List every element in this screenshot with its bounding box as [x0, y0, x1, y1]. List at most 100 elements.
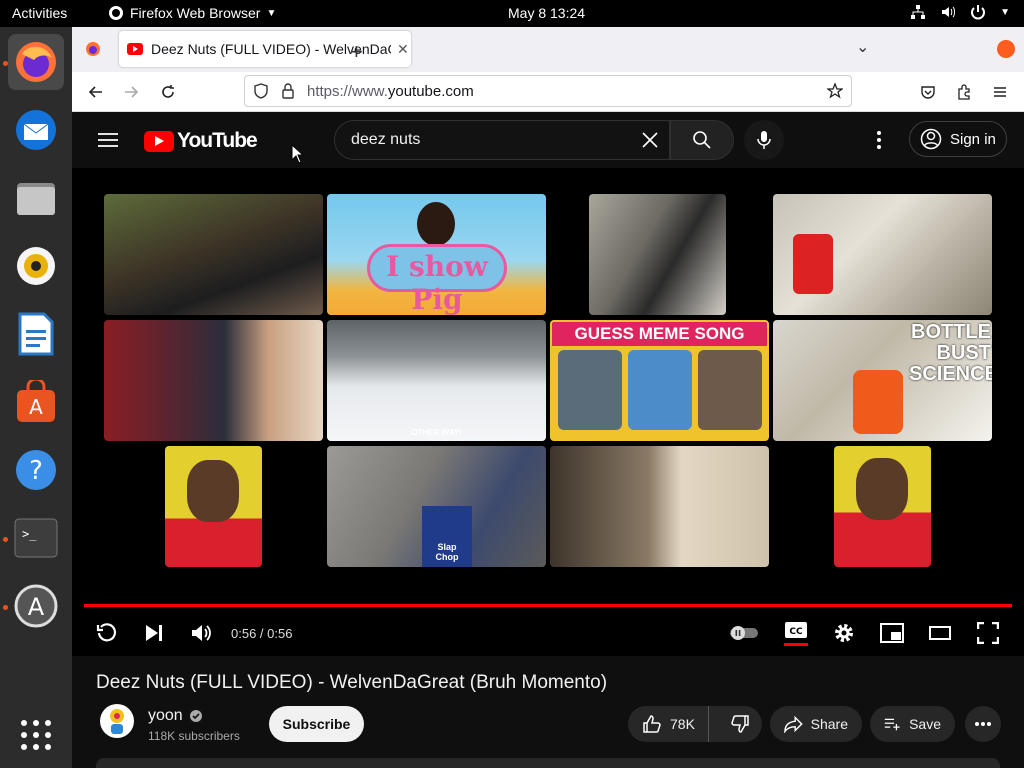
video-thumbnail[interactable]	[550, 446, 769, 567]
dock-show-apps[interactable]	[8, 707, 64, 763]
writer-icon	[18, 312, 54, 356]
video-thumbnail[interactable]	[104, 320, 323, 441]
video-thumbnail[interactable]	[589, 194, 726, 315]
dock-rhythmbox[interactable]	[8, 238, 64, 294]
dislike-button[interactable]	[717, 706, 762, 742]
shield-icon[interactable]	[253, 83, 269, 99]
app-menu[interactable]: Firefox Web Browser ▼	[108, 5, 276, 21]
captions-button[interactable]: CC	[783, 620, 809, 646]
url-prefix: https://www.	[307, 82, 388, 100]
video-player[interactable]: I show Pig OTHER WAY! GUESS MEME SONG BO…	[72, 168, 1024, 656]
new-tab-button[interactable]: +	[350, 39, 363, 65]
subscribe-button[interactable]: Subscribe	[269, 706, 364, 742]
url-bar[interactable]: https://www. youtube.com	[244, 75, 852, 107]
mouse-cursor-icon	[291, 144, 303, 164]
firefox-small-icon	[109, 6, 123, 20]
thunderbird-icon	[16, 110, 56, 150]
forward-button[interactable]	[121, 82, 141, 102]
playlist-add-icon	[884, 718, 900, 731]
dock-thunderbird[interactable]	[8, 102, 64, 158]
firefox-view-icon[interactable]	[85, 41, 101, 57]
dock-help[interactable]: ?	[8, 442, 64, 498]
video-thumbnail[interactable]: OTHER WAY!	[327, 320, 546, 441]
grid-icon	[21, 720, 51, 750]
closed-captions-icon: CC	[784, 622, 808, 646]
clock[interactable]: May 8 13:24	[508, 5, 585, 21]
settings-button[interactable]	[831, 620, 857, 646]
activities-button[interactable]: Activities	[12, 5, 67, 21]
like-button[interactable]: 78K	[628, 706, 710, 742]
more-vertical-icon	[877, 131, 881, 149]
miniplayer-button[interactable]	[879, 620, 905, 646]
youtube-favicon-icon	[127, 43, 143, 55]
video-thumbnail[interactable]: GUESS MEME SONG	[550, 320, 769, 441]
arrow-right-icon	[125, 86, 139, 98]
autoplay-toggle[interactable]	[728, 620, 760, 646]
reload-button[interactable]	[158, 82, 178, 102]
video-thumbnail[interactable]	[165, 446, 262, 567]
sign-in-label: Sign in	[950, 130, 996, 148]
firefox-icon	[16, 42, 56, 82]
next-button[interactable]	[141, 620, 167, 646]
dock-firefox[interactable]	[8, 34, 64, 90]
search-button[interactable]	[670, 120, 734, 160]
settings-more-button[interactable]	[877, 131, 881, 154]
list-all-tabs-icon[interactable]: ⌄	[856, 37, 869, 57]
search-input[interactable]: deez nuts	[334, 120, 670, 160]
dock-writer[interactable]	[8, 306, 64, 362]
save-button[interactable]: Save	[870, 706, 955, 742]
back-button[interactable]	[86, 82, 106, 102]
dock-software-updater[interactable]: A	[8, 578, 64, 634]
share-icon	[784, 715, 803, 733]
video-thumbnail[interactable]: Slap Chop	[327, 446, 546, 567]
video-thumbnail[interactable]	[773, 194, 992, 315]
share-button[interactable]: Share	[770, 706, 862, 742]
menu-button[interactable]	[990, 82, 1010, 102]
recording-indicator-icon[interactable]	[997, 40, 1015, 58]
fullscreen-button[interactable]	[975, 620, 1001, 646]
theater-mode-button[interactable]	[927, 620, 953, 646]
more-actions-button[interactable]	[965, 706, 1001, 742]
youtube-logo[interactable]: YouTube	[144, 129, 258, 153]
tab-active[interactable]: Deez Nuts (FULL VIDEO) - WelvenDaGreat (…	[119, 31, 411, 67]
mute-button[interactable]	[188, 620, 214, 646]
replay-button[interactable]	[94, 620, 120, 646]
channel-avatar[interactable]	[100, 704, 134, 738]
lock-icon[interactable]	[281, 83, 295, 99]
video-thumbnail[interactable]: BOTTLE BUST SCIENCE	[773, 320, 992, 441]
thumbs-up-icon	[643, 715, 661, 733]
pocket-button[interactable]	[918, 82, 938, 102]
dock-terminal[interactable]: >_	[8, 510, 64, 566]
voice-search-button[interactable]	[744, 120, 784, 160]
video-thumbnail[interactable]: I show Pig	[327, 194, 546, 315]
power-icon	[971, 5, 986, 20]
youtube-page: YouTube deez nuts Sign in I show Pig OTH…	[72, 112, 1024, 768]
save-label: Save	[909, 716, 941, 732]
volume-icon	[942, 6, 956, 18]
avatar-icon	[110, 709, 124, 734]
clear-search-icon[interactable]	[641, 131, 659, 149]
chevron-down-icon: ▼	[1000, 6, 1010, 18]
share-label: Share	[810, 716, 848, 732]
guide-menu-button[interactable]	[98, 132, 118, 153]
terminal-icon: >_	[14, 518, 58, 558]
description-box[interactable]	[96, 758, 1000, 768]
video-thumbnail[interactable]	[104, 194, 323, 315]
dock-app-center[interactable]: A	[8, 374, 64, 430]
arrow-left-icon	[88, 86, 102, 98]
system-tray[interactable]: ▼	[910, 4, 1010, 20]
sign-in-button[interactable]: Sign in	[909, 121, 1007, 157]
dock-files[interactable]	[8, 170, 64, 226]
video-thumbnail[interactable]	[834, 446, 931, 567]
svg-text:A: A	[29, 395, 43, 419]
progress-bar[interactable]	[84, 604, 1012, 607]
extensions-button[interactable]	[954, 82, 974, 102]
channel-name[interactable]: yoon	[148, 707, 203, 725]
bookmark-star-icon[interactable]	[827, 83, 843, 99]
files-icon	[17, 183, 55, 215]
more-horizontal-icon	[975, 722, 991, 726]
network-icon	[911, 5, 926, 19]
tab-close-icon[interactable]: ✕	[397, 41, 409, 58]
svg-text:A: A	[28, 593, 45, 621]
fullscreen-icon	[977, 622, 999, 644]
